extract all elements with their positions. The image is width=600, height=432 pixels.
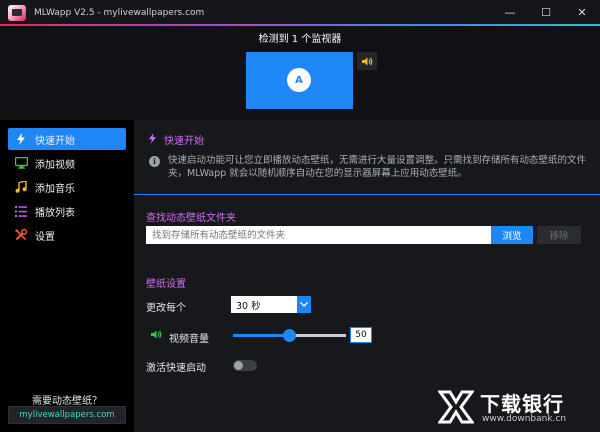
watermark-logo-icon (438, 390, 474, 424)
monitor-badge: A (287, 68, 311, 92)
sidebar-item-label: 快速开始 (35, 135, 75, 147)
monitor-preview[interactable]: A (246, 52, 353, 109)
maximize-button[interactable]: ☐ (528, 0, 564, 24)
app-logo-icon (8, 5, 26, 21)
divider (134, 194, 600, 195)
lightning-icon (14, 132, 28, 146)
sidebar-item-add-music[interactable]: 添加音乐 (8, 176, 126, 198)
info-text: 快速启动功能可让您立即播放动态壁纸，无需进行大量设置调整。只需找到存储所有动态壁… (168, 155, 587, 179)
promo-text: 需要动态壁纸？ (32, 396, 102, 407)
quick-start-label: 激活快速启动 (146, 363, 206, 374)
volume-slider[interactable] (233, 329, 346, 342)
section-header: 快速开始 (148, 132, 204, 147)
window-controls: — ☐ ✕ (492, 0, 600, 24)
window-title: MLWapp V2.5 - mylivewallpapers.com (34, 8, 205, 18)
remove-button[interactable]: 移除 (537, 226, 581, 244)
tools-icon (14, 228, 28, 242)
lightning-icon (148, 132, 157, 147)
music-note-icon (14, 180, 28, 194)
list-icon (14, 204, 28, 218)
minimize-button[interactable]: — (492, 0, 528, 24)
watermark: 下载银行 www.downbank.cn (438, 386, 598, 430)
toggle-knob (234, 361, 243, 370)
volume-slider-fill (233, 334, 290, 337)
sidebar-item-quick-start[interactable]: 快速开始 (8, 128, 126, 150)
change-interval-value: 30 秒 (236, 300, 261, 312)
title-bar: MLWapp V2.5 - mylivewallpapers.com — ☐ ✕ (0, 0, 600, 26)
sidebar-item-playlist[interactable]: 播放列表 (8, 200, 126, 222)
monitor-sound-button[interactable] (357, 52, 377, 70)
change-every-label: 更改每个 (146, 303, 186, 314)
quick-start-toggle[interactable] (233, 360, 257, 371)
section-title: 快速开始 (164, 136, 204, 147)
wallpaper-settings-label: 壁纸设置 (146, 279, 186, 290)
speaker-icon (361, 57, 372, 65)
watermark-url: www.downbank.cn (482, 414, 567, 424)
monitor-area: 检测到 1 个监视器 A (0, 26, 600, 120)
volume-value-input[interactable]: 50 (350, 327, 372, 343)
volume-label: 视频音量 (169, 334, 209, 345)
sidebar-item-label: 添加音乐 (35, 183, 75, 195)
chevron-down-icon (297, 296, 311, 313)
speaker-icon (150, 329, 163, 343)
sidebar-item-label: 播放列表 (35, 207, 75, 219)
sidebar-item-label: 设置 (35, 231, 55, 243)
monitor-icon (14, 156, 28, 170)
volume-slider-thumb[interactable] (283, 329, 296, 342)
info-icon: i (149, 156, 160, 167)
sidebar-item-add-video[interactable]: 添加视频 (8, 152, 126, 174)
monitor-detected-label: 检测到 1 个监视器 (258, 34, 342, 45)
watermark-text: 下载银行 (480, 392, 564, 416)
folder-section-label: 查找动态壁纸文件夹 (146, 213, 236, 224)
close-button[interactable]: ✕ (564, 0, 600, 24)
browse-button[interactable]: 浏览 (491, 226, 533, 244)
sidebar-item-settings[interactable]: 设置 (8, 224, 126, 246)
promo-link[interactable]: mylivewallpapers.com (8, 406, 126, 424)
sidebar-item-label: 添加视频 (35, 159, 75, 171)
sidebar: 快速开始 添加视频 添加音乐 播放列表 设置 需要动态壁纸？ mylivewal… (0, 120, 134, 432)
folder-path-input[interactable] (146, 226, 491, 244)
change-interval-select[interactable]: 30 秒 (231, 296, 311, 313)
